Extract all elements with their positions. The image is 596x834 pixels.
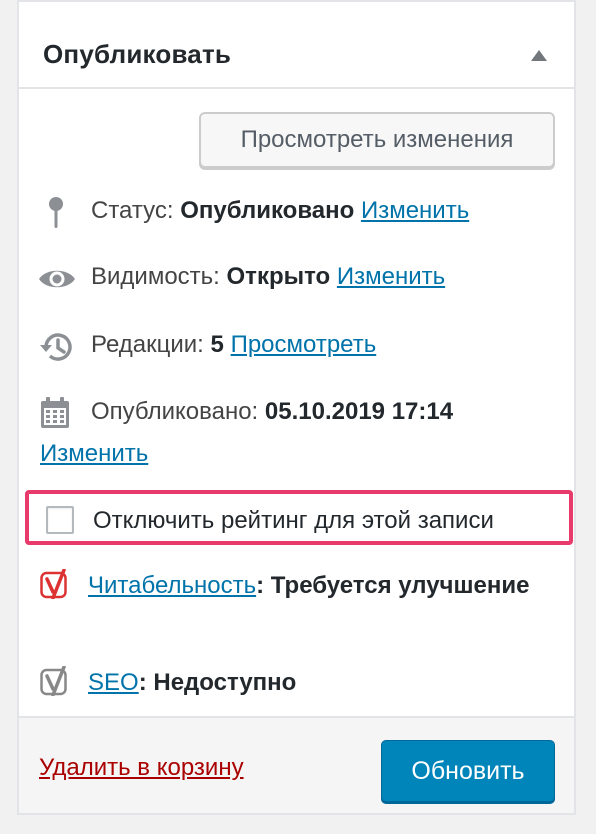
visibility-label: Видимость: [91,263,220,290]
eye-icon [39,270,75,288]
published-label: Опубликовано: [91,398,259,425]
preview-changes-button[interactable]: Просмотреть изменения [199,112,555,168]
yoast-seo-icon [40,666,67,696]
rating-option-highlight: Отключить рейтинг для этой записи [25,490,573,545]
disable-rating-checkbox[interactable] [46,506,74,534]
collapse-arrow-icon[interactable] [531,50,547,61]
status-edit-link[interactable]: Изменить [361,197,469,224]
yoast-readability-icon [40,569,67,599]
panel-footer: Удалить в корзину Обновить [19,716,574,813]
status-value: Опубликовано [180,197,355,224]
seo-value: Недоступно [153,669,297,696]
revisions-count: 5 [210,331,224,358]
published-edit-link[interactable]: Изменить [40,440,148,468]
yoast-readability-row: Читабельность: Требуется улучшение [40,567,540,604]
update-button[interactable]: Обновить [381,740,555,802]
disable-rating-label[interactable]: Отключить рейтинг для этой записи [93,507,494,535]
calendar-icon [41,397,69,428]
history-icon [40,333,72,361]
pin-icon [49,197,63,228]
readability-link[interactable]: Читабельность [88,572,256,599]
readability-value: Требуется улучшение [270,572,530,599]
seo-link[interactable]: SEO [88,669,139,696]
revisions-label: Редакции: [91,331,204,358]
publish-panel: Опубликовать Просмотреть изменения Стату… [17,0,576,815]
visibility-value: Открыто [226,263,331,290]
revisions-browse-link[interactable]: Просмотреть [231,331,377,358]
panel-title: Опубликовать [43,39,232,69]
yoast-seo-row: SEO: Недоступно [40,666,296,697]
status-label: Статус: [91,197,174,224]
panel-header: Опубликовать [19,2,574,89]
visibility-edit-link[interactable]: Изменить [337,263,445,290]
move-to-trash-link[interactable]: Удалить в корзину [39,754,244,782]
published-date: 05.10.2019 17:14 [264,398,454,425]
